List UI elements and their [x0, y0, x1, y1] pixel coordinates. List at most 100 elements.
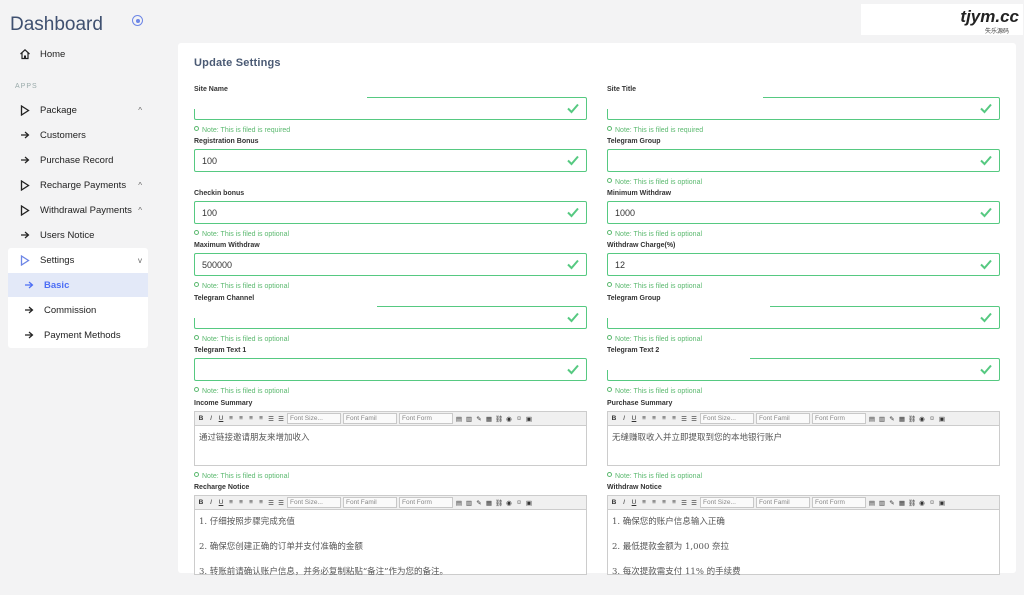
emoji-icon[interactable]: ☺ — [515, 499, 523, 507]
align-left-icon[interactable]: ≡ — [640, 499, 648, 507]
preview-icon[interactable]: ◉ — [505, 499, 513, 507]
link-icon[interactable]: ⛓ — [908, 499, 916, 507]
ordered-list-icon[interactable]: ☰ — [690, 499, 698, 507]
income-summary-editor[interactable]: B I U ≡ ≡ ≡ ≡ ☰ ☰ Font Size... Font Fami… — [194, 411, 587, 466]
submenu-item-payment-methods[interactable]: Payment Methods — [8, 323, 148, 347]
font-family-select[interactable]: Font Famil — [756, 497, 810, 508]
align-center-icon[interactable]: ≡ — [650, 415, 658, 423]
align-left-icon[interactable]: ≡ — [227, 415, 235, 423]
insert-image-icon[interactable]: ▣ — [525, 499, 533, 507]
font-family-select[interactable]: Font Famil — [756, 413, 810, 424]
copy-icon[interactable]: ▥ — [878, 499, 886, 507]
underline-icon[interactable]: U — [217, 415, 225, 423]
ordered-list-icon[interactable]: ☰ — [277, 415, 285, 423]
site-name-input[interactable] — [194, 97, 587, 120]
sidebar-item-settings[interactable]: Settings v — [8, 248, 148, 272]
align-right-icon[interactable]: ≡ — [660, 499, 668, 507]
italic-icon[interactable]: I — [620, 499, 628, 507]
checkin-bonus-input[interactable]: 100 — [194, 201, 587, 224]
align-left-icon[interactable]: ≡ — [227, 499, 235, 507]
font-format-select[interactable]: Font Form — [399, 413, 453, 424]
maximum-withdraw-input[interactable]: 500000 — [194, 253, 587, 276]
bold-icon[interactable]: B — [197, 499, 205, 507]
ordered-list-icon[interactable]: ☰ — [277, 499, 285, 507]
align-center-icon[interactable]: ≡ — [237, 415, 245, 423]
sidebar-item-customers[interactable]: Customers — [8, 123, 148, 147]
edit-icon[interactable]: ✎ — [475, 499, 483, 507]
registration-bonus-input[interactable]: 100 — [194, 149, 587, 172]
paste-icon[interactable]: ▤ — [868, 499, 876, 507]
edit-icon[interactable]: ✎ — [888, 499, 896, 507]
bold-icon[interactable]: B — [610, 499, 618, 507]
telegram-group-2-input[interactable] — [607, 306, 1000, 329]
emoji-icon[interactable]: ☺ — [515, 415, 523, 423]
font-size-select[interactable]: Font Size... — [700, 497, 754, 508]
copy-icon[interactable]: ▥ — [465, 415, 473, 423]
copy-icon[interactable]: ▥ — [465, 499, 473, 507]
recharge-notice-editor[interactable]: B I U ≡ ≡ ≡ ≡ ☰ ☰ Font Size... Font Fami… — [194, 495, 587, 577]
sidebar-item-recharge-payments[interactable]: Recharge Payments ^ — [8, 173, 148, 197]
telegram-text-2-input[interactable] — [607, 358, 1000, 381]
telegram-group-input[interactable] — [607, 149, 1000, 172]
sidebar-item-home[interactable]: Home — [8, 42, 148, 66]
bold-icon[interactable]: B — [610, 415, 618, 423]
align-right-icon[interactable]: ≡ — [247, 499, 255, 507]
underline-icon[interactable]: U — [630, 415, 638, 423]
font-family-select[interactable]: Font Famil — [343, 413, 397, 424]
sidebar-item-package[interactable]: Package ^ — [8, 98, 148, 122]
list-icon[interactable]: ☰ — [267, 415, 275, 423]
font-format-select[interactable]: Font Form — [812, 497, 866, 508]
paste-icon[interactable]: ▤ — [455, 499, 463, 507]
justify-icon[interactable]: ≡ — [257, 499, 265, 507]
font-size-select[interactable]: Font Size... — [700, 413, 754, 424]
bold-icon[interactable]: B — [197, 415, 205, 423]
withdraw-notice-editor[interactable]: B I U ≡ ≡ ≡ ≡ ☰ ☰ Font Size... Font Fami… — [607, 495, 1000, 577]
telegram-text-1-input[interactable] — [194, 358, 587, 381]
align-right-icon[interactable]: ≡ — [660, 415, 668, 423]
image-icon[interactable]: ▦ — [898, 415, 906, 423]
preview-icon[interactable]: ◉ — [918, 415, 926, 423]
list-icon[interactable]: ☰ — [267, 499, 275, 507]
insert-image-icon[interactable]: ▣ — [938, 415, 946, 423]
link-icon[interactable]: ⛓ — [495, 499, 503, 507]
emoji-icon[interactable]: ☺ — [928, 415, 936, 423]
italic-icon[interactable]: I — [620, 415, 628, 423]
site-title-input[interactable] — [607, 97, 1000, 120]
sidebar-item-users-notice[interactable]: Users Notice — [8, 223, 148, 247]
link-icon[interactable]: ⛓ — [908, 415, 916, 423]
font-family-select[interactable]: Font Famil — [343, 497, 397, 508]
underline-icon[interactable]: U — [630, 499, 638, 507]
image-icon[interactable]: ▦ — [898, 499, 906, 507]
editor-content[interactable]: 无缝赚取收入并立即提取到您的本地银行账户 — [608, 426, 999, 461]
copy-icon[interactable]: ▥ — [878, 415, 886, 423]
align-right-icon[interactable]: ≡ — [247, 415, 255, 423]
align-left-icon[interactable]: ≡ — [640, 415, 648, 423]
target-icon[interactable] — [132, 15, 143, 26]
paste-icon[interactable]: ▤ — [868, 415, 876, 423]
list-icon[interactable]: ☰ — [680, 415, 688, 423]
list-icon[interactable]: ☰ — [680, 499, 688, 507]
image-icon[interactable]: ▦ — [485, 415, 493, 423]
sidebar-item-withdrawal-payments[interactable]: Withdrawal Payments ^ — [8, 198, 148, 222]
align-center-icon[interactable]: ≡ — [237, 499, 245, 507]
italic-icon[interactable]: I — [207, 415, 215, 423]
font-size-select[interactable]: Font Size... — [287, 497, 341, 508]
align-center-icon[interactable]: ≡ — [650, 499, 658, 507]
justify-icon[interactable]: ≡ — [670, 415, 678, 423]
italic-icon[interactable]: I — [207, 499, 215, 507]
preview-icon[interactable]: ◉ — [918, 499, 926, 507]
sidebar-item-purchase-record[interactable]: Purchase Record — [8, 148, 148, 172]
editor-content[interactable]: 通过链接邀请朋友来增加收入 — [195, 426, 586, 461]
ordered-list-icon[interactable]: ☰ — [690, 415, 698, 423]
link-icon[interactable]: ⛓ — [495, 415, 503, 423]
withdraw-charge-input[interactable]: 12 — [607, 253, 1000, 276]
justify-icon[interactable]: ≡ — [670, 499, 678, 507]
paste-icon[interactable]: ▤ — [455, 415, 463, 423]
image-icon[interactable]: ▦ — [485, 499, 493, 507]
purchase-summary-editor[interactable]: B I U ≡ ≡ ≡ ≡ ☰ ☰ Font Size... Font Fami… — [607, 411, 1000, 466]
insert-image-icon[interactable]: ▣ — [938, 499, 946, 507]
submenu-item-basic[interactable]: Basic — [8, 273, 148, 297]
font-format-select[interactable]: Font Form — [399, 497, 453, 508]
edit-icon[interactable]: ✎ — [888, 415, 896, 423]
submenu-item-commission[interactable]: Commission — [8, 298, 148, 322]
